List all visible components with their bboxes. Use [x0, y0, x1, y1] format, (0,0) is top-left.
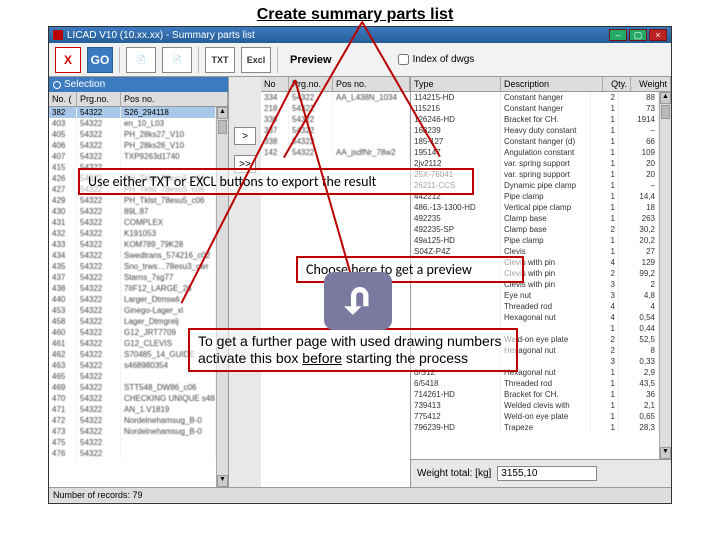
col-prg[interactable]: Prg.no. [77, 92, 121, 106]
close-panel-button[interactable]: X [55, 47, 81, 73]
minimize-button[interactable]: – [609, 29, 627, 41]
rcol-wt[interactable]: Weight [631, 77, 671, 91]
table-row[interactable]: 33854322 [261, 136, 410, 147]
table-row[interactable]: 195147Angulation constant1109 [411, 147, 659, 158]
document-icon: 📄 [172, 55, 182, 64]
index-dwgs-checkbox[interactable] [398, 54, 409, 65]
table-row[interactable]: 43354322KOM789_79K28 [49, 239, 216, 250]
table-row[interactable]: 492235Clamp base1263 [411, 213, 659, 224]
table-row[interactable]: 40754322TXP9263d1740 [49, 151, 216, 162]
scrollbar[interactable]: ▲▼ [216, 107, 228, 487]
table-row[interactable]: 43454322Swedtrans_574216_c02 [49, 250, 216, 261]
scrollbar[interactable]: ▲▼ [659, 92, 671, 459]
titlebar: LICAD V10 (10.xx.xx) - Summary parts lis… [49, 27, 671, 43]
maximize-button[interactable]: ▢ [629, 29, 647, 41]
table-row[interactable]: 45854322Lager_Dtmgrelj [49, 316, 216, 327]
toolbar: X GO 📄 📄 TXT Excl Preview Index of dwgs [49, 43, 671, 77]
table-row[interactable]: 168239Heavy duty constant1– [411, 125, 659, 136]
app-icon [53, 30, 63, 40]
selection-header: Selection [49, 77, 228, 92]
table-row[interactable]: 115215Constant hanger173 [411, 103, 659, 114]
callout-export: Use either TXT or EXCL buttons to export… [78, 168, 474, 195]
table-row[interactable]: 40654322PH_28ks26_V10 [49, 140, 216, 151]
selection-list[interactable]: 38254322S26_29411840354322en_10_L0340554… [49, 107, 216, 487]
col-pos[interactable]: Pos no. [121, 92, 228, 106]
weight-total-field[interactable] [497, 466, 597, 481]
rcol-type[interactable]: Type [411, 77, 501, 91]
rcol-qty[interactable]: Qty. [603, 77, 631, 91]
mcol-no[interactable]: No [261, 77, 289, 91]
table-row[interactable]: Threaded rod44 [411, 301, 659, 312]
txt-button[interactable]: TXT [205, 47, 235, 73]
table-row[interactable]: 6/5418Threaded rod143,5 [411, 378, 659, 389]
table-row[interactable]: 47554322 [49, 437, 216, 448]
table-row[interactable]: 114215-HDConstant hanger288 [411, 92, 659, 103]
table-row[interactable]: 38254322S26_294118 [49, 107, 216, 118]
table-row[interactable]: 4305432289L.87 [49, 206, 216, 217]
nav-back-badge[interactable] [324, 272, 392, 330]
table-row[interactable]: 43254322K191053 [49, 228, 216, 239]
table-row[interactable]: Hexagonal nut40,54 [411, 312, 659, 323]
table-row[interactable]: 47254322Nordelnehamsug_B-0 [49, 415, 216, 426]
callout-checkbox: To get a further page with used drawing … [188, 328, 518, 372]
table-row[interactable]: 126246-HDBracket for CH.11914 [411, 114, 659, 125]
uturn-arrow-icon [337, 280, 379, 322]
close-button[interactable]: × [649, 29, 667, 41]
table-row[interactable]: 46954322STT548_DW86_c06 [49, 382, 216, 393]
table-row[interactable]: 49a125-HDPipe clamp120,2 [411, 235, 659, 246]
table-row[interactable]: 47154322AN_1.V1819 [49, 404, 216, 415]
document-icon: 📄 [136, 55, 146, 64]
table-row[interactable]: 43554322Sno_trws…78esu3_cwr [49, 261, 216, 272]
table-row[interactable]: 44054322Larger_Dtmswli [49, 294, 216, 305]
table-row[interactable]: 42954322PH_Tklst_78esu5_c06 [49, 195, 216, 206]
table-row[interactable]: 47354322Nordelnehamsug_B-0 [49, 426, 216, 437]
go-button[interactable]: GO [87, 47, 113, 73]
table-row[interactable]: 43154322COMPLEX [49, 217, 216, 228]
table-row[interactable]: 47654322 [49, 448, 216, 459]
rcol-desc[interactable]: Description [501, 77, 603, 91]
table-row[interactable]: Eye nut34,8 [411, 290, 659, 301]
table-row[interactable]: 492235-SPClamp base230,2 [411, 224, 659, 235]
doc2-button[interactable]: 📄 [162, 47, 192, 73]
index-dwgs-label: Index of dwgs [413, 54, 475, 65]
table-row[interactable]: 739413Welded clevis with12,1 [411, 400, 659, 411]
circle-icon [53, 81, 61, 89]
move-right-button[interactable]: > [234, 127, 256, 145]
status-bar: Number of records: 79 [49, 487, 671, 502]
table-row[interactable]: 796239-HDTrapeze128,3 [411, 422, 659, 433]
transfer-column: > >> [229, 77, 261, 487]
table-row[interactable]: 775412Weld-on eye plate10,65 [411, 411, 659, 422]
table-row[interactable]: 185-127Constant hanger (d)166 [411, 136, 659, 147]
window-title: LICAD V10 (10.xx.xx) - Summary parts lis… [67, 30, 609, 41]
table-row[interactable]: 47054322CHECKING UNIQUE s484 [49, 393, 216, 404]
doc1-button[interactable]: 📄 [126, 47, 156, 73]
col-no[interactable]: No. ( [49, 92, 77, 106]
table-row[interactable]: 486.-13-1300-HDVertical pipe clamp118 [411, 202, 659, 213]
slide-title: Create summary parts list [0, 6, 710, 24]
table-row[interactable]: 40554322PH_28ks27_V10 [49, 129, 216, 140]
table-row[interactable]: 714261-HDBracket for CH.136 [411, 389, 659, 400]
preview-label[interactable]: Preview [290, 54, 332, 66]
table-row[interactable]: 40354322en_10_L03 [49, 118, 216, 129]
table-row[interactable]: 46554322 [49, 371, 216, 382]
table-row[interactable]: 33754322 [261, 125, 410, 136]
table-row[interactable]: 33654322 [261, 114, 410, 125]
table-row[interactable]: 45354322Ginego-Lager_xl [49, 305, 216, 316]
weight-total-label: Weight total: [kg] [417, 468, 491, 479]
selection-panel: Selection No. ( Prg.no. Pos no. 38254322… [49, 77, 229, 487]
excl-button[interactable]: Excl [241, 47, 271, 73]
